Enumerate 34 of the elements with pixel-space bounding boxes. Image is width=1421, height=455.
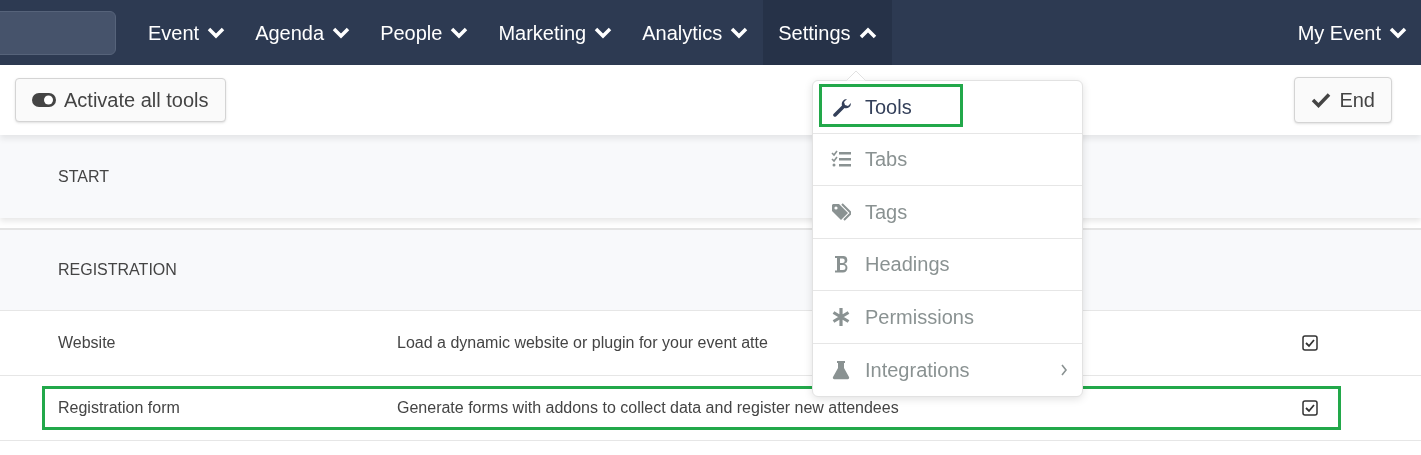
tool-name: Website xyxy=(58,333,117,353)
settings-menu-item[interactable]: Tools xyxy=(813,81,1082,134)
end-button[interactable]: End xyxy=(1294,77,1392,123)
checkmark-icon xyxy=(1311,92,1332,108)
chevron-down-icon xyxy=(730,26,749,39)
chevron-down-icon xyxy=(594,26,613,39)
nav-menu-item[interactable]: Marketing xyxy=(483,0,628,65)
chevron-down-icon xyxy=(450,26,469,39)
search-field[interactable] xyxy=(0,10,116,55)
checklist-icon xyxy=(831,149,851,170)
section-heading: START xyxy=(58,166,109,187)
activate-all-tools-button[interactable]: Activate all tools xyxy=(15,78,226,122)
tool-description: Generate forms with addons to collect data and register new attendees xyxy=(397,398,900,418)
asterisk-icon xyxy=(831,306,851,327)
tool-name: Registration form xyxy=(58,398,181,418)
chevron-down-icon xyxy=(1389,26,1407,39)
nav-menu-item[interactable]: Settings xyxy=(763,0,892,65)
chevron-down-icon xyxy=(207,26,226,39)
chevron-down-icon xyxy=(332,26,351,39)
nav-menu-item[interactable]: People xyxy=(365,0,484,65)
chevron-right-icon xyxy=(1060,363,1068,376)
section-heading: REGISTRATION xyxy=(58,260,177,280)
checkbox[interactable] xyxy=(1302,335,1318,351)
checkbox[interactable] xyxy=(1302,400,1318,416)
nav-menu-item[interactable]: Agenda xyxy=(240,0,366,65)
toggle-icon xyxy=(32,93,56,107)
tags-icon xyxy=(831,201,851,222)
nav-menu-item[interactable]: Event xyxy=(133,0,241,65)
account-menu[interactable]: My Event xyxy=(1287,0,1417,65)
flask-icon xyxy=(831,359,851,380)
nav-menu-item[interactable]: Analytics xyxy=(627,0,764,65)
tool-description: Load a dynamic website or plugin for your event atte xyxy=(397,333,769,353)
chevron-up-icon xyxy=(858,26,877,39)
wrench-icon xyxy=(831,96,851,117)
